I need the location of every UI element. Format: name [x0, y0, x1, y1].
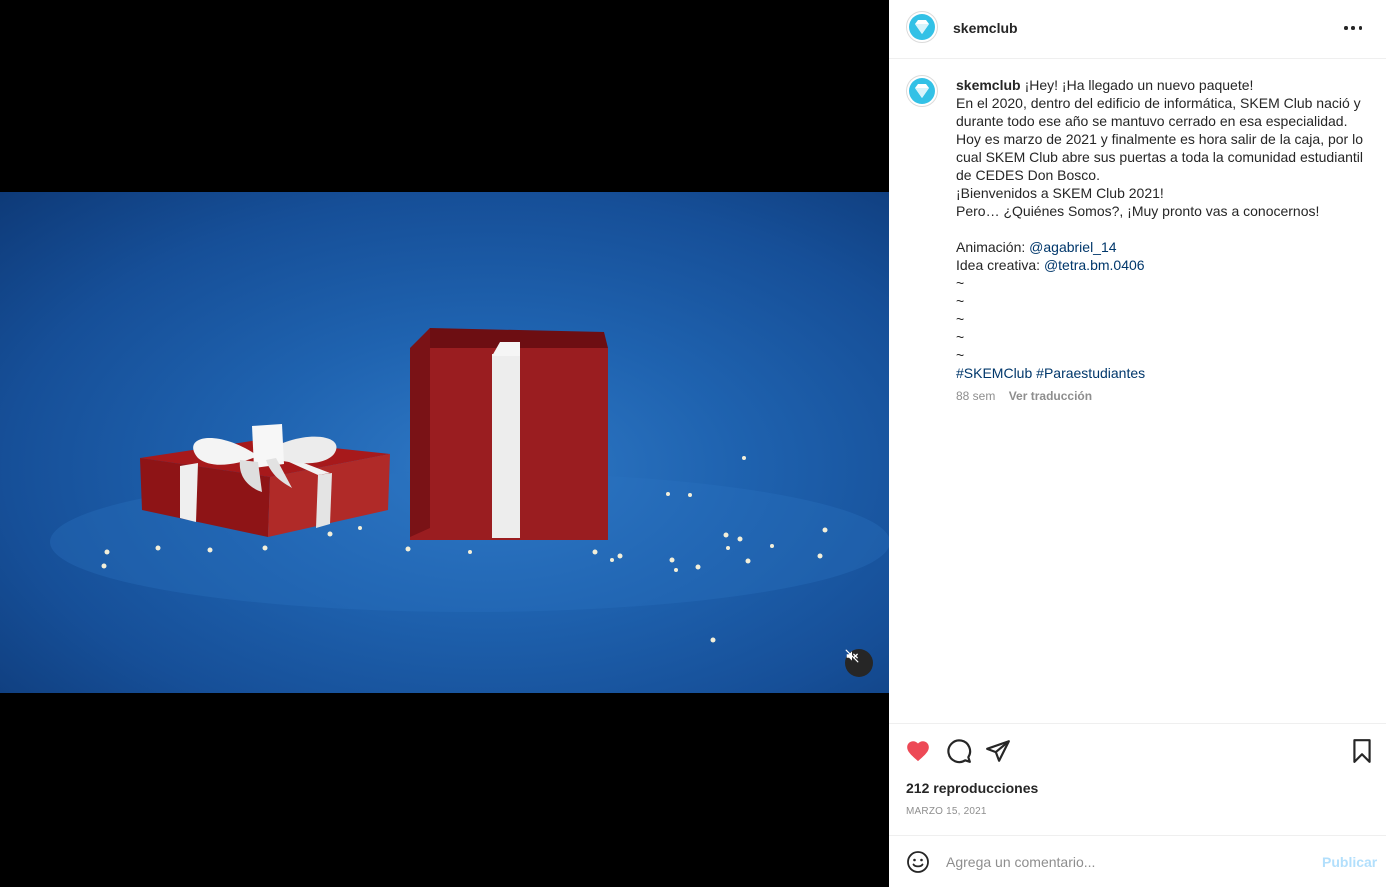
tilde-line: ~	[956, 329, 965, 345]
mention-link[interactable]: @tetra.bm.0406	[1044, 257, 1145, 273]
comment-input[interactable]	[946, 850, 1306, 874]
caption-line: En el 2020, dentro del edificio de infor…	[956, 95, 1361, 111]
caption-text: skemclub ¡Hey! ¡Ha llegado un nuevo paque…	[956, 76, 1376, 382]
caption-line: de CEDES Don Bosco.	[956, 167, 1100, 183]
caption-line: skemclub ¡Hey! ¡Ha llegado un nuevo paque…	[956, 76, 1376, 94]
media-panel	[0, 0, 889, 887]
post-author-username[interactable]: skemclub	[953, 20, 1018, 36]
save-button[interactable]	[1349, 738, 1375, 764]
smiley-face-icon	[907, 851, 929, 873]
views-count[interactable]: 212 reproducciones	[906, 780, 1038, 796]
publish-button[interactable]: Publicar	[1322, 854, 1377, 870]
open-gift-box	[410, 328, 608, 540]
tilde-line: ~	[956, 347, 965, 363]
emoji-button[interactable]	[906, 850, 930, 874]
caption-line-text: ¡Hey! ¡Ha llegado un nuevo paquete!	[1024, 77, 1254, 93]
mention-link[interactable]: @agabriel_14	[1029, 239, 1116, 255]
more-options-icon[interactable]	[1341, 18, 1365, 38]
mute-toggle-button[interactable]	[845, 649, 873, 677]
credit-animation: Animación: @agabriel_14	[956, 238, 1376, 256]
caption-line: cual SKEM Club abre sus puertas a toda l…	[956, 149, 1364, 165]
video-frame	[50, 328, 889, 643]
muted-speaker-icon	[845, 649, 859, 663]
instagram-post: skemclub skemclub ¡Hey! ¡Ha llegado un nu…	[0, 0, 1386, 887]
post-header: skemclub	[889, 0, 1386, 59]
tilde-line: ~	[956, 311, 965, 327]
time-ago[interactable]: 88 sem	[956, 389, 995, 403]
tilde-line: ~	[956, 293, 965, 309]
comment-bar: Publicar	[889, 835, 1386, 887]
hashtag-link[interactable]: #Paraestudiantes	[1036, 365, 1145, 381]
video-player[interactable]	[0, 192, 889, 693]
post-actions: 212 reproducciones MARZO 15, 2021	[889, 723, 1386, 835]
caption-meta: 88 sem Ver traducción	[956, 389, 1092, 403]
hashtags: #SKEMClub #Paraestudiantes	[956, 364, 1376, 382]
caption-section: skemclub ¡Hey! ¡Ha llegado un nuevo paque…	[889, 59, 1386, 723]
see-translation-button[interactable]: Ver traducción	[1009, 389, 1092, 403]
caption-line: durante todo ese año se mantuvo cerrado …	[956, 113, 1348, 129]
credit-label: Idea creativa:	[956, 257, 1041, 273]
caption-line: Pero… ¿Quiénes Somos?, ¡Muy pronto vas a…	[956, 203, 1320, 219]
heart-filled-icon	[907, 741, 929, 762]
like-button[interactable]	[905, 738, 931, 764]
diamond-logo-icon	[909, 78, 935, 104]
paper-plane-icon	[986, 740, 1010, 762]
caption-username[interactable]: skemclub	[956, 77, 1021, 93]
avatar[interactable]	[906, 11, 938, 43]
credit-label: Animación:	[956, 239, 1026, 255]
post-date: MARZO 15, 2021	[906, 806, 987, 817]
bookmark-icon	[1353, 739, 1371, 763]
share-button[interactable]	[985, 738, 1011, 764]
tilde-line: ~	[956, 275, 965, 291]
caption-line: ¡Bienvenidos a SKEM Club 2021!	[956, 185, 1164, 201]
credit-idea: Idea creativa: @tetra.bm.0406	[956, 256, 1376, 274]
comment-bubble-icon	[947, 739, 972, 764]
hashtag-link[interactable]: #SKEMClub	[956, 365, 1032, 381]
post-side-panel: skemclub skemclub ¡Hey! ¡Ha llegado un nu…	[889, 0, 1386, 887]
comment-button[interactable]	[946, 738, 972, 764]
diamond-logo-icon	[909, 14, 935, 40]
caption-avatar[interactable]	[906, 75, 938, 107]
caption-line: Hoy es marzo de 2021 y finalmente es hor…	[956, 131, 1363, 147]
